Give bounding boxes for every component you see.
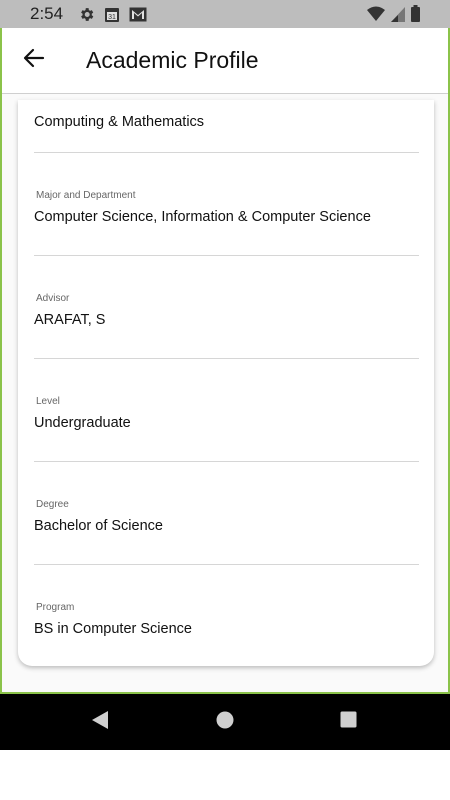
- back-button[interactable]: [4, 28, 64, 94]
- level-row: Level Undergraduate: [34, 396, 419, 431]
- wifi-icon: [367, 6, 385, 27]
- nav-home-button[interactable]: [195, 694, 255, 750]
- advisor-row: Advisor ARAFAT, S: [34, 293, 419, 328]
- major-label: Major and Department: [36, 190, 136, 201]
- status-bar: 2:54 31: [0, 0, 450, 28]
- advisor-label: Advisor: [36, 293, 70, 304]
- level-value: Undergraduate: [34, 415, 131, 431]
- nav-recents-button[interactable]: [318, 694, 378, 750]
- status-time: 2:54: [30, 4, 64, 23]
- college-row: Computing & Mathematics: [34, 106, 419, 130]
- gmail-icon: [129, 5, 147, 23]
- app-bar: Academic Profile: [2, 28, 448, 94]
- signal-icon: [391, 6, 405, 27]
- level-label: Level: [36, 396, 60, 407]
- system-nav-bar: [0, 694, 450, 750]
- device-screen: 2:54 31 Academic Profile Computing & Mat…: [0, 0, 450, 750]
- battery-icon: [411, 5, 420, 27]
- calendar-icon: 31: [103, 5, 121, 23]
- degree-label: Degree: [36, 499, 69, 510]
- status-right-icons: [367, 5, 420, 27]
- degree-row: Degree Bachelor of Science: [34, 499, 419, 534]
- major-value: Computer Science, Information & Computer…: [34, 209, 371, 225]
- divider: [34, 358, 419, 359]
- recents-square-icon: [340, 711, 357, 733]
- divider: [34, 152, 419, 153]
- divider: [34, 255, 419, 256]
- degree-value: Bachelor of Science: [34, 518, 163, 534]
- home-circle-icon: [216, 711, 234, 734]
- calendar-day-text: 31: [108, 14, 116, 21]
- academic-profile-card: Computing & Mathematics Major and Depart…: [18, 100, 434, 666]
- arrow-back-icon: [23, 48, 45, 73]
- program-label: Program: [36, 602, 75, 613]
- gear-icon: [77, 5, 95, 23]
- back-triangle-icon: [91, 710, 109, 735]
- college-value: Computing & Mathematics: [34, 114, 205, 130]
- app-frame: Academic Profile Computing & Mathematics…: [0, 28, 450, 694]
- divider: [34, 564, 419, 565]
- nav-back-button[interactable]: [70, 694, 130, 750]
- major-row: Major and Department Computer Science, I…: [34, 190, 419, 225]
- program-row: Program BS in Computer Science: [34, 602, 419, 637]
- page-title: Academic Profile: [86, 47, 259, 73]
- divider: [34, 461, 419, 462]
- advisor-value: ARAFAT, S: [34, 312, 106, 328]
- program-value: BS in Computer Science: [34, 621, 192, 637]
